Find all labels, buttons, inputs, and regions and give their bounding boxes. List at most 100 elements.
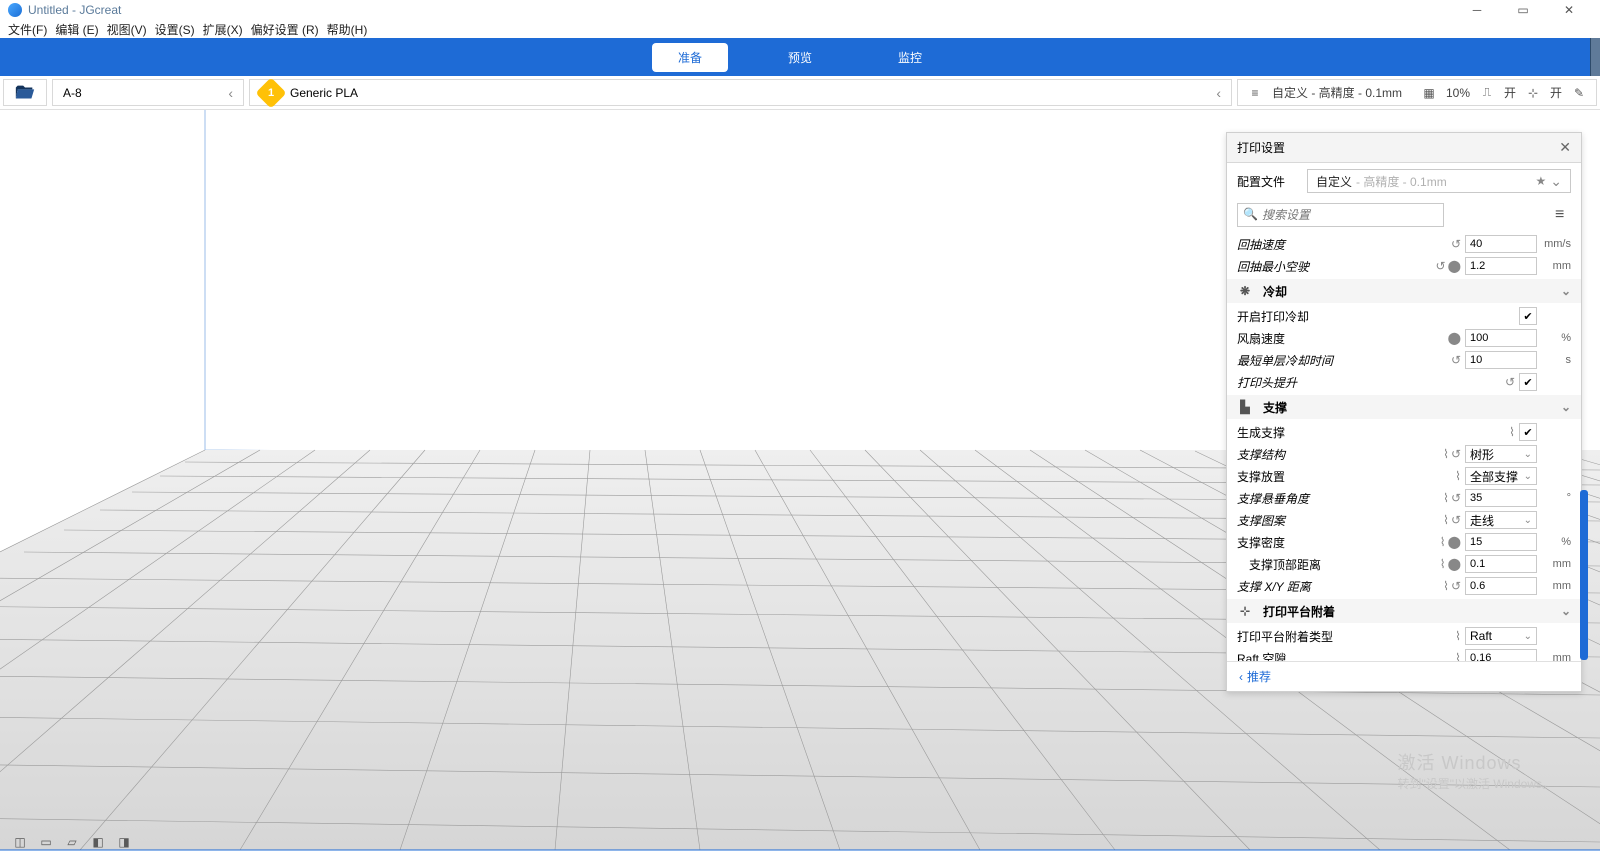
fan-icon: ❋ (1237, 284, 1253, 298)
print-settings-panel: 打印设置 ✕ 配置文件 自定义 - 高精度 - 0.1mm ★ ⌄ 🔍 ≡ 回抽… (1226, 132, 1582, 692)
settings-search-input[interactable] (1237, 203, 1444, 227)
reset-icon[interactable]: ↺ (1436, 259, 1446, 273)
stagebar-scrollbar[interactable] (1590, 38, 1600, 76)
profile-label: 配置文件 (1237, 173, 1297, 190)
menu-edit[interactable]: 编辑 (E) (53, 21, 100, 38)
stage-monitor[interactable]: 监控 (872, 43, 948, 72)
open-file-button[interactable] (3, 79, 47, 106)
star-icon[interactable]: ★ (1536, 174, 1547, 188)
link-icon[interactable]: ⌇ (1509, 425, 1515, 439)
menu-settings[interactable]: 设置(S) (153, 21, 197, 38)
setting-min-layer-time: 最短单层冷却时间 ↺ 10 s (1237, 349, 1571, 371)
close-window-button[interactable]: ✕ (1546, 0, 1592, 20)
setting-adh-type: 打印平台附着类型 ⌇ Raft⌄ (1237, 625, 1571, 647)
view-mode-icons: ◫ ▭ ▱ ◧ ◨ (12, 834, 132, 850)
support-xy-input[interactable]: 0.6 (1465, 577, 1537, 595)
reset-icon[interactable]: ↺ (1451, 513, 1461, 527)
printer-selector[interactable]: A-8 ‹ (52, 79, 244, 106)
link-icon[interactable]: ⌇ (1443, 513, 1449, 527)
setting-gen-support: 生成支撑 ⌇ ✔ (1237, 421, 1571, 443)
material-name: Generic PLA (290, 86, 358, 100)
settings-scrollbar[interactable] (1580, 490, 1588, 660)
reset-icon[interactable]: ↺ (1451, 353, 1461, 367)
info-icon[interactable]: ⬤ (1448, 557, 1461, 571)
search-row: 🔍 ≡ (1227, 199, 1581, 231)
support-place-select[interactable]: 全部支撑⌄ (1465, 467, 1537, 485)
support-icon: ▙ (1237, 400, 1253, 414)
menu-file[interactable]: 文件(F) (6, 21, 49, 38)
adh-type-select[interactable]: Raft⌄ (1465, 627, 1537, 645)
panel-close-button[interactable]: ✕ (1559, 139, 1571, 156)
setting-support-top: 支撑顶部距离 ⌇⬤ 0.1 mm (1237, 553, 1571, 575)
menu-view[interactable]: 视图(V) (105, 21, 149, 38)
info-icon[interactable]: ⬤ (1448, 259, 1461, 273)
reset-icon[interactable]: ↺ (1505, 375, 1515, 389)
link-icon[interactable]: ⌇ (1440, 535, 1446, 549)
reset-icon[interactable]: ↺ (1451, 579, 1461, 593)
link-icon[interactable]: ⌇ (1443, 447, 1449, 461)
cooling-enable-checkbox[interactable]: ✔ (1519, 307, 1537, 325)
retract-min-travel-input[interactable]: 1.2 (1465, 257, 1537, 275)
support-top-input[interactable]: 0.1 (1465, 555, 1537, 573)
support-density-input[interactable]: 15 (1465, 533, 1537, 551)
link-icon[interactable]: ⌇ (1455, 651, 1461, 661)
hamburger-icon[interactable]: ≡ (1555, 206, 1571, 224)
adhesion-icon: ⊹ (1237, 604, 1253, 618)
section-cooling[interactable]: ❋ 冷却 ⌄ (1227, 279, 1581, 303)
minimize-button[interactable]: ─ (1454, 0, 1500, 20)
min-layer-time-input[interactable]: 10 (1465, 351, 1537, 369)
support-pattern-select[interactable]: 走线⌄ (1465, 511, 1537, 529)
setting-support-density: 支撑密度 ⌇⬤ 15 % (1237, 531, 1571, 553)
fan-speed-input[interactable]: 100 (1465, 329, 1537, 347)
folder-open-icon (14, 82, 36, 104)
maximize-button[interactable]: ▭ (1500, 0, 1546, 20)
retract-speed-input[interactable]: 40 (1465, 235, 1537, 253)
stage-bar: 准备 预览 监控 (0, 38, 1600, 76)
gen-support-checkbox[interactable]: ✔ (1519, 423, 1537, 441)
link-icon[interactable]: ⌇ (1443, 491, 1449, 505)
settings-list[interactable]: 回抽速度 ↺ 40 mm/s 回抽最小空驶 ↺⬤ 1.2 mm ❋ 冷却 ⌄ 开… (1227, 231, 1581, 661)
support-struct-select[interactable]: 树形⌄ (1465, 445, 1537, 463)
support-icon: ⎍ (1480, 85, 1494, 101)
pencil-icon: ✎ (1572, 85, 1586, 101)
infill-icon: ▦ (1422, 85, 1436, 101)
menu-extensions[interactable]: 扩展(X) (201, 21, 245, 38)
panel-footer: ‹ 推荐 (1227, 661, 1581, 691)
info-icon[interactable]: ⬤ (1448, 535, 1461, 549)
window-titlebar: Untitled - JGcreat ─ ▭ ✕ (0, 0, 1600, 20)
section-support[interactable]: ▙ 支撑 ⌄ (1227, 395, 1581, 419)
stage-preview[interactable]: 预览 (762, 43, 838, 72)
view-right-icon[interactable]: ◨ (116, 834, 132, 850)
link-icon[interactable]: ⌇ (1455, 469, 1461, 483)
view-top-icon[interactable]: ▱ (64, 834, 80, 850)
view-left-icon[interactable]: ◧ (90, 834, 106, 850)
view-front-icon[interactable]: ▭ (38, 834, 54, 850)
section-adhesion[interactable]: ⊹ 打印平台附着 ⌄ (1227, 599, 1581, 623)
setting-support-struct: 支撑结构 ⌇↺ 树形⌄ (1237, 443, 1571, 465)
raft-gap-input[interactable]: 0.16 (1465, 649, 1537, 661)
head-lift-checkbox[interactable]: ✔ (1519, 373, 1537, 391)
print-settings-summary[interactable]: ≡ 自定义 - 高精度 - 0.1mm ▦ 10% ⎍ 开 ⊹ 开 ✎ (1237, 79, 1597, 106)
menu-help[interactable]: 帮助(H) (325, 21, 370, 38)
reset-icon[interactable]: ↺ (1451, 491, 1461, 505)
view-iso-icon[interactable]: ◫ (12, 834, 28, 850)
reset-icon[interactable]: ↺ (1451, 447, 1461, 461)
panel-title: 打印设置 (1237, 139, 1559, 156)
stage-prepare[interactable]: 准备 (652, 43, 728, 72)
material-selector[interactable]: 1 Generic PLA ‹ (249, 79, 1232, 106)
profile-summary-label: 自定义 - 高精度 - 0.1mm (1272, 84, 1402, 101)
printer-name: A-8 (63, 86, 82, 100)
setting-cooling-enable: 开启打印冷却 ✔ (1237, 305, 1571, 327)
info-icon[interactable]: ⬤ (1448, 331, 1461, 345)
link-icon[interactable]: ⌇ (1455, 629, 1461, 643)
reset-icon[interactable]: ↺ (1451, 237, 1461, 251)
link-icon[interactable]: ⌇ (1443, 579, 1449, 593)
setting-retract-speed: 回抽速度 ↺ 40 mm/s (1237, 233, 1571, 255)
link-icon[interactable]: ⌇ (1440, 557, 1446, 571)
chevron-down-icon: ⌄ (1561, 400, 1571, 414)
infill-value: 10% (1446, 86, 1470, 100)
overhang-input[interactable]: 35 (1465, 489, 1537, 507)
menu-preferences[interactable]: 偏好设置 (R) (249, 21, 321, 38)
recommend-link[interactable]: 推荐 (1247, 668, 1271, 685)
profile-select[interactable]: 自定义 - 高精度 - 0.1mm ★ ⌄ (1307, 169, 1571, 193)
